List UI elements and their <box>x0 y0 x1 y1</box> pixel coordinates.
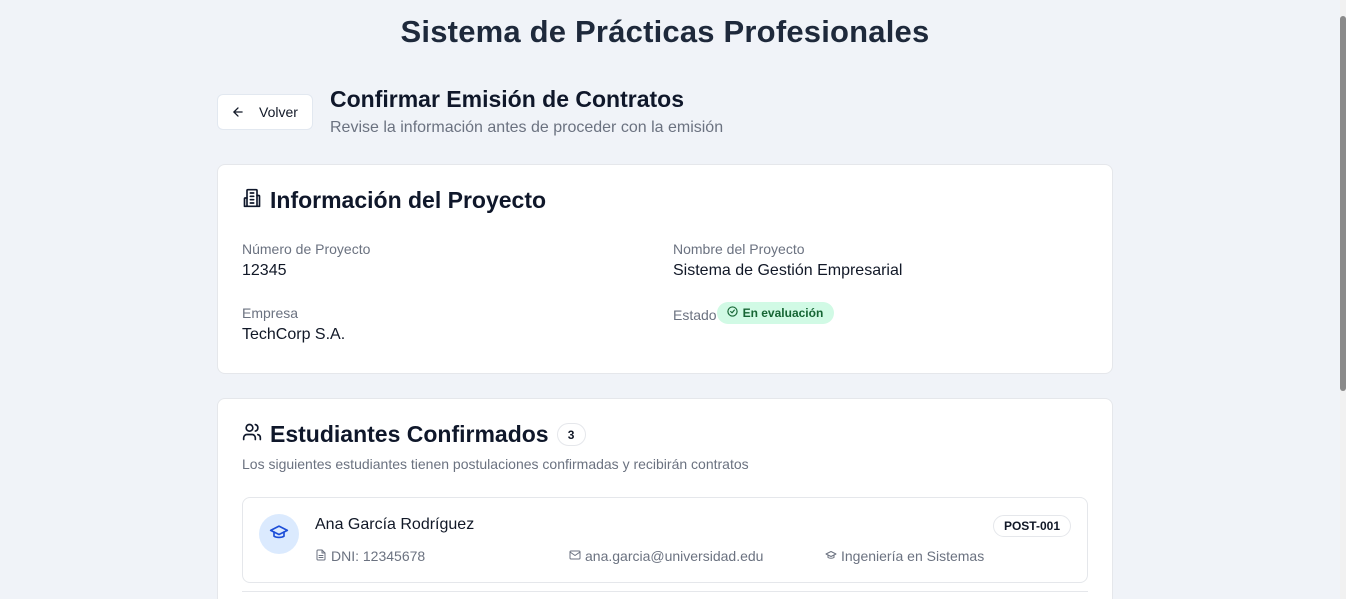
project-name-value: Sistema de Gestión Empresarial <box>673 262 903 279</box>
project-info-card: Información del Proyecto Número de Proye… <box>217 164 1113 374</box>
app-title: Sistema de Prácticas Profesionales <box>400 14 930 49</box>
student-name: Ana García Rodríguez <box>315 516 475 533</box>
check-circle-icon <box>726 306 738 320</box>
project-card-title: Información del Proyecto <box>242 187 546 214</box>
students-card-title: Estudiantes Confirmados 3 <box>242 421 586 448</box>
student-dni-text: DNI: 12345678 <box>331 548 426 564</box>
project-number-label: Número de Proyecto <box>242 241 371 257</box>
users-icon <box>242 421 262 448</box>
graduation-cap-icon <box>825 548 837 564</box>
students-count-badge: 3 <box>556 423 586 446</box>
student-career: Ingeniería en Sistemas <box>825 548 984 564</box>
status-badge-text: En evaluación <box>742 306 824 320</box>
postulation-code-badge: POST-001 <box>992 515 1071 537</box>
company-value: TechCorp S.A. <box>242 326 346 343</box>
scrollbar-thumb[interactable] <box>1340 16 1346 391</box>
avatar <box>259 514 299 554</box>
back-button-label: Volver <box>259 104 298 120</box>
project-name-field: Nombre del Proyecto Sistema de Gestión E… <box>673 241 902 280</box>
company-label: Empresa <box>242 305 299 321</box>
page-heading: Confirmar Emisión de Contratos Revise la… <box>330 86 723 137</box>
building-icon <box>242 187 262 214</box>
student-dni: DNI: 12345678 <box>315 548 425 564</box>
back-button[interactable]: Volver <box>217 94 313 130</box>
file-icon <box>315 548 327 564</box>
page-subtitle: Revise la información antes de proceder … <box>330 119 724 136</box>
project-name-label: Nombre del Proyecto <box>673 241 805 257</box>
company-field: Empresa TechCorp S.A. <box>242 305 345 344</box>
student-list-item[interactable]: Ana García Rodríguez POST-001 DNI: 12345… <box>242 497 1088 583</box>
page-title: Confirmar Emisión de Contratos <box>330 86 684 112</box>
graduation-cap-icon <box>269 522 289 547</box>
project-number-value: 12345 <box>242 262 287 279</box>
project-number-field: Número de Proyecto 12345 <box>242 241 370 280</box>
mail-icon <box>569 548 581 564</box>
divider <box>242 591 1088 592</box>
scrollbar[interactable] <box>1340 0 1346 599</box>
project-card-title-text: Información del Proyecto <box>270 187 547 213</box>
status-label: Estado <box>673 306 717 323</box>
status-field: Estado En evaluación <box>673 302 835 324</box>
students-description: Los siguientes estudiantes tienen postul… <box>242 456 749 472</box>
students-card: Estudiantes Confirmados 3 Los siguientes… <box>217 398 1113 599</box>
student-email: ana.garcia@universidad.edu <box>569 548 763 564</box>
students-card-title-text: Estudiantes Confirmados <box>270 421 549 447</box>
student-email-text: ana.garcia@universidad.edu <box>585 548 764 564</box>
status-badge: En evaluación <box>716 302 835 324</box>
arrow-left-icon <box>231 105 245 119</box>
student-career-text: Ingeniería en Sistemas <box>841 548 985 564</box>
